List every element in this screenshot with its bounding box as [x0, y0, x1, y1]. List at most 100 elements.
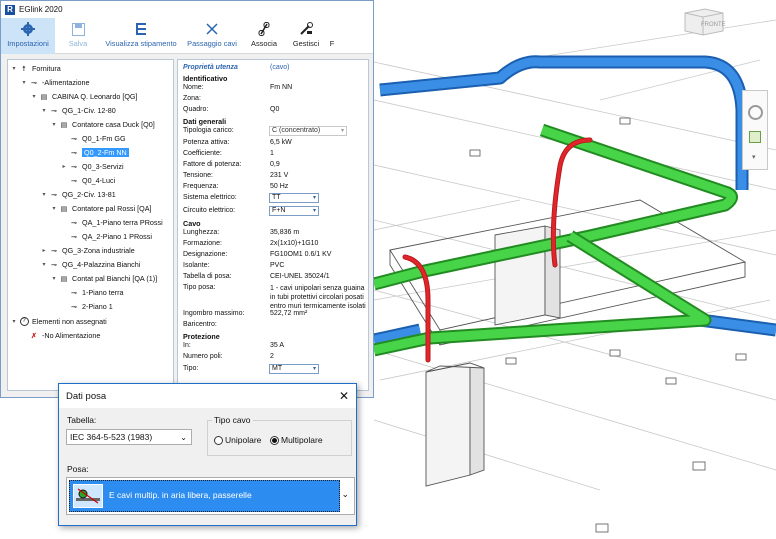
prop-value: FG10OM1 0.6/1 KV	[270, 251, 332, 258]
panel-icon: ▤	[40, 92, 48, 101]
feeder-icon: ⊸	[70, 302, 78, 311]
gestisci-label: Gestisci	[292, 39, 320, 48]
tree-node[interactable]: ▾ ⊸ QG_4-Palazzina Bianchi	[40, 258, 140, 271]
tree-node[interactable]: ⊸ Q0_1-Fm GG	[60, 132, 126, 145]
feeder-icon: ⊸	[50, 246, 58, 255]
prop-value: PVC	[270, 262, 285, 269]
tabella-select[interactable]: IEC 364-5-523 (1983) ⌄	[66, 429, 192, 445]
tree-node[interactable]: ⊸ Q0_4-Luci	[60, 174, 115, 187]
tree-node[interactable]: ✗ -No Alimentazione	[20, 329, 100, 342]
section-dati-generali: Dati generali	[183, 117, 227, 126]
prop-label: Baricentro:	[183, 321, 217, 328]
save-icon	[69, 21, 87, 37]
tipo-protezione-dropdown[interactable]: MT ▾	[269, 364, 319, 374]
collapse-icon[interactable]: ▾	[50, 275, 58, 282]
panel-icon: ▤	[60, 120, 68, 129]
feeder-icon: ⊸	[50, 106, 58, 115]
prop-value: 522,72 mm²	[270, 310, 308, 317]
prop-label: Potenza attiva:	[183, 139, 230, 146]
salva-button[interactable]: Salva	[55, 18, 101, 54]
tree-node[interactable]: ▾ ⊸ QG_1-Civ. 12-80	[40, 104, 115, 117]
panel-icon: ▤	[60, 274, 68, 283]
chevron-down-icon: ⌄	[341, 489, 349, 499]
sistema-elettrico-dropdown[interactable]: TT ▾	[269, 193, 319, 203]
more-button[interactable]: F	[327, 18, 337, 54]
tree-node[interactable]: ⊸ 1-Piano terra	[60, 286, 124, 299]
feeder-icon: ⊸	[50, 190, 58, 199]
associa-button[interactable]: Associa	[243, 18, 285, 54]
toolbar: Impostazioni Salva Visualizza stipamento…	[1, 18, 373, 54]
tree-node[interactable]: ▸ ⊸ QG_3-Zona industriale	[40, 244, 134, 257]
feeder-icon: ⊸	[70, 288, 78, 297]
dati-posa-dialog: Dati posa ✕ Tabella: IEC 364-5-523 (1983…	[58, 383, 357, 526]
tree-node[interactable]: ▾ ▤ Contatore pal Rossi [QA]	[50, 202, 151, 215]
posa-select[interactable]: E cavi multip. in aria libera, passerell…	[66, 477, 355, 515]
circuito-elettrico-dropdown[interactable]: F+N ▾	[269, 206, 319, 216]
collapse-icon[interactable]: ▾	[40, 191, 48, 198]
prop-label: Sistema elettrico:	[183, 194, 237, 201]
view-cube[interactable]: FRONTE	[681, 7, 727, 37]
tree-node[interactable]: ▸ ⊸ Q0_3-Servizi	[60, 160, 123, 173]
prop-label: Zona:	[183, 95, 201, 102]
collapse-icon[interactable]: ▾	[40, 261, 48, 268]
visualizza-stipamento-button[interactable]: Visualizza stipamento	[101, 18, 181, 54]
question-icon: ?	[18, 317, 30, 326]
prop-label: Ingombro massimo:	[183, 310, 245, 317]
collapse-icon[interactable]: ▾	[30, 93, 38, 100]
no-power-icon: ✗	[30, 331, 38, 340]
collapse-icon[interactable]: ▾	[40, 107, 48, 114]
steering-wheel-icon[interactable]	[748, 105, 763, 120]
collapse-icon[interactable]: ▾	[50, 205, 58, 212]
tree-node[interactable]: ▾ ⊸ QG_2-Civ. 13-81	[40, 188, 115, 201]
feeder-icon: ⊸	[70, 218, 78, 227]
tower-icon: ☨	[22, 64, 26, 73]
prop-value: 231 V	[270, 172, 289, 179]
tree-node[interactable]: ⊸ QA_2-Piano 1 PRossi	[60, 230, 152, 243]
chevron-down-icon: ▾	[312, 195, 316, 201]
close-icon[interactable]: ✕	[339, 389, 349, 403]
multipolare-radio[interactable]: Multipolare	[270, 435, 323, 445]
tree-node[interactable]: ▾ ⊸ -Alimentazione	[20, 76, 89, 89]
tree-node-selected[interactable]: ⊸ Q0_2-Fm NN	[60, 146, 129, 159]
expand-icon[interactable]: ▸	[40, 247, 48, 254]
section-cavo: Cavo	[183, 219, 201, 228]
passaggio-cavi-button[interactable]: Passaggio cavi	[181, 18, 243, 54]
posa-thumbnail-icon	[73, 484, 103, 508]
prop-label: Circuito elettrico:	[183, 207, 236, 214]
feeder-icon: ⊸	[50, 260, 58, 269]
prop-value: Q0	[270, 106, 280, 113]
posa-value: E cavi multip. in aria libera, passerell…	[109, 490, 252, 500]
dialog-titlebar: Dati posa ✕	[59, 384, 356, 408]
prop-value-tipo-posa: 1 - cavi unipolari senza guaina in tubi …	[270, 285, 366, 310]
tree-node[interactable]: ▾ ▤ CABINA Q. Leonardo [QG]	[30, 90, 137, 103]
prop-value: 2x(1x10)+1G10	[270, 240, 319, 247]
prop-label: Fattore di potenza:	[183, 161, 242, 168]
tree-node[interactable]: ▾ ☨ Fornitura	[10, 62, 60, 75]
collapse-icon[interactable]: ▾	[10, 318, 18, 325]
prop-label: Nome:	[183, 84, 204, 91]
prop-label: In:	[183, 342, 191, 349]
unipolare-radio[interactable]: Unipolare	[214, 435, 261, 445]
zoom-icon[interactable]	[749, 131, 761, 143]
tree-node[interactable]: ⊸ QA_1-Piano terra PRossi	[60, 216, 163, 229]
navigation-bar: ▾	[742, 90, 768, 170]
expand-icon[interactable]: ▸	[60, 163, 68, 170]
tipologia-carico-dropdown[interactable]: C (concentrato) ▾	[269, 126, 347, 136]
gestisci-button[interactable]: Gestisci	[285, 18, 327, 54]
collapse-icon[interactable]: ▾	[50, 121, 58, 128]
collapse-icon[interactable]: ▾	[20, 79, 28, 86]
more-label: F	[329, 39, 335, 48]
link-icon	[255, 21, 273, 37]
tree-node[interactable]: ▾ ▤ Contat pal Bianchi [QA (1)]	[50, 272, 157, 285]
prop-value: 0,9	[270, 161, 280, 168]
impostazioni-button[interactable]: Impostazioni	[1, 18, 55, 54]
prop-label: Isolante:	[183, 262, 210, 269]
tree-node[interactable]: ▾? Elementi non assegnati	[10, 315, 107, 328]
tipo-cavo-group: Tipo cavo Unipolare Multipolare	[207, 415, 352, 456]
tree-node[interactable]: ⊸ 2-Piano 1	[60, 300, 113, 313]
posa-label: Posa:	[67, 464, 89, 474]
prop-label: Tensione:	[183, 172, 213, 179]
chevron-down-icon[interactable]: ▾	[752, 153, 756, 161]
collapse-icon[interactable]: ▾	[10, 65, 18, 72]
tree-node[interactable]: ▾ ▤ Contatore casa Duck [Q0]	[50, 118, 154, 131]
